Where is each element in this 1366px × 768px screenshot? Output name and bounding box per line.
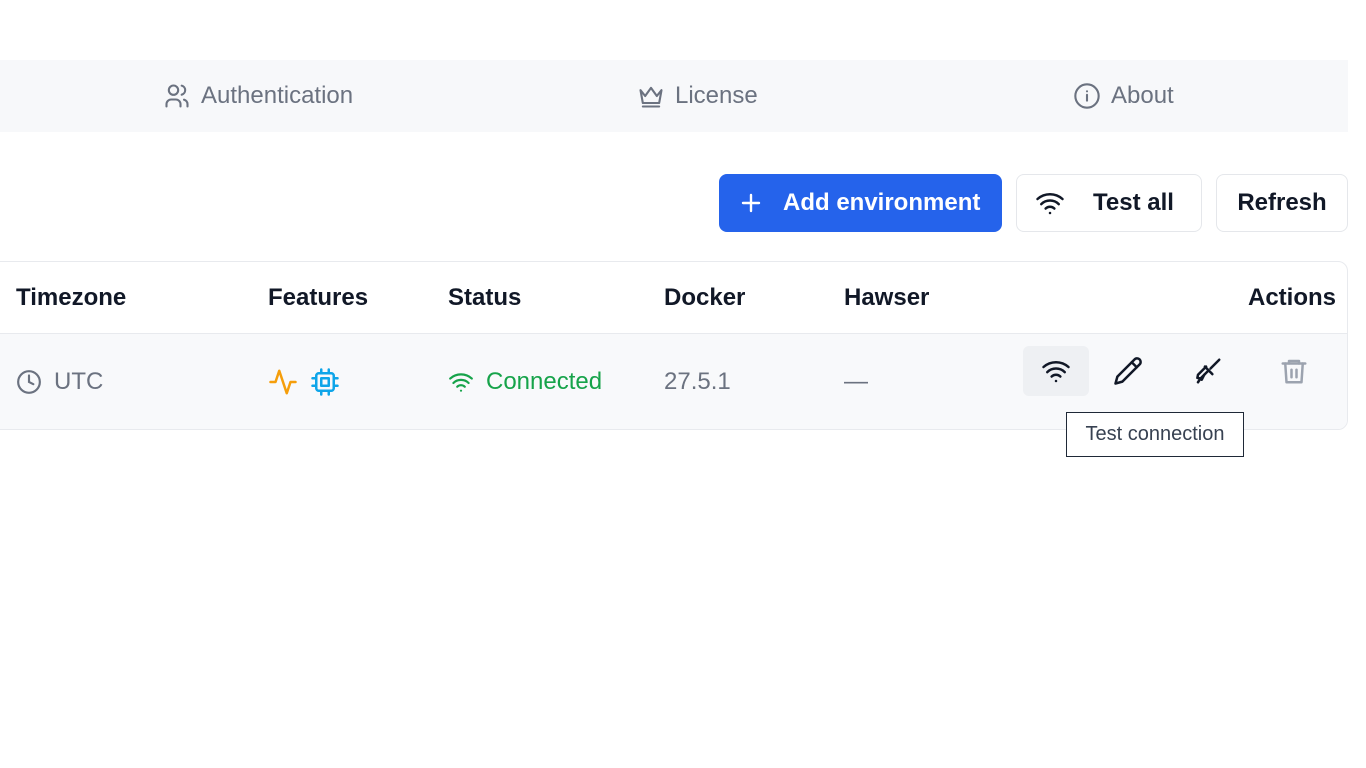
- table-header: Timezone Features Status Docker Hawser A…: [0, 262, 1347, 334]
- header-docker: Docker: [664, 284, 746, 311]
- tab-about-label: About: [1111, 82, 1174, 109]
- header-hawser: Hawser: [844, 284, 930, 311]
- info-icon: [1074, 83, 1100, 109]
- test-connection-button[interactable]: [1023, 346, 1089, 396]
- wifi-icon: [449, 373, 473, 392]
- users-icon: [165, 84, 189, 108]
- tab-license-label: License: [675, 82, 758, 109]
- refresh-label: Refresh: [1237, 189, 1327, 216]
- test-all-button[interactable]: Test all: [1016, 174, 1202, 232]
- settings-tab-bar: Authentication License About: [0, 60, 1348, 132]
- refresh-button[interactable]: Refresh: [1216, 174, 1348, 232]
- test-all-label: Test all: [1093, 189, 1174, 216]
- brush-cleaning-icon: [1196, 358, 1221, 384]
- timezone-value: UTC: [54, 368, 104, 395]
- clean-button[interactable]: [1175, 346, 1241, 396]
- cpu-icon: [311, 368, 339, 396]
- environments-table: Timezone Features Status Docker Hawser A…: [0, 261, 1348, 430]
- activity-icon: [269, 369, 297, 395]
- crown-icon: [639, 86, 663, 108]
- wifi-icon: [1036, 192, 1064, 215]
- tab-authentication[interactable]: Authentication: [163, 60, 353, 132]
- tab-about[interactable]: About: [1073, 60, 1174, 132]
- tab-license[interactable]: License: [637, 60, 758, 132]
- test-connection-tooltip: Test connection: [1066, 412, 1244, 457]
- tab-authentication-label: Authentication: [201, 82, 354, 109]
- plus-icon: [741, 193, 761, 213]
- header-actions: Actions: [1248, 284, 1337, 311]
- add-environment-button[interactable]: Add environment: [719, 174, 1002, 232]
- clock-icon: [17, 370, 41, 394]
- header-status: Status: [448, 284, 522, 311]
- docker-version: 27.5.1: [664, 368, 731, 395]
- delete-button[interactable]: [1261, 346, 1327, 396]
- pencil-icon: [1114, 357, 1142, 385]
- features-cell: [268, 334, 340, 429]
- status-cell: Connected: [448, 334, 603, 429]
- add-environment-label: Add environment: [783, 189, 981, 216]
- wifi-icon: [1042, 360, 1070, 383]
- trash-icon: [1281, 359, 1307, 384]
- status-value: Connected: [486, 368, 603, 395]
- header-timezone: Timezone: [16, 284, 127, 311]
- hawser-value: —: [844, 368, 868, 395]
- header-features: Features: [268, 284, 369, 311]
- edit-button[interactable]: [1095, 346, 1161, 396]
- timezone-cell: UTC: [16, 334, 104, 429]
